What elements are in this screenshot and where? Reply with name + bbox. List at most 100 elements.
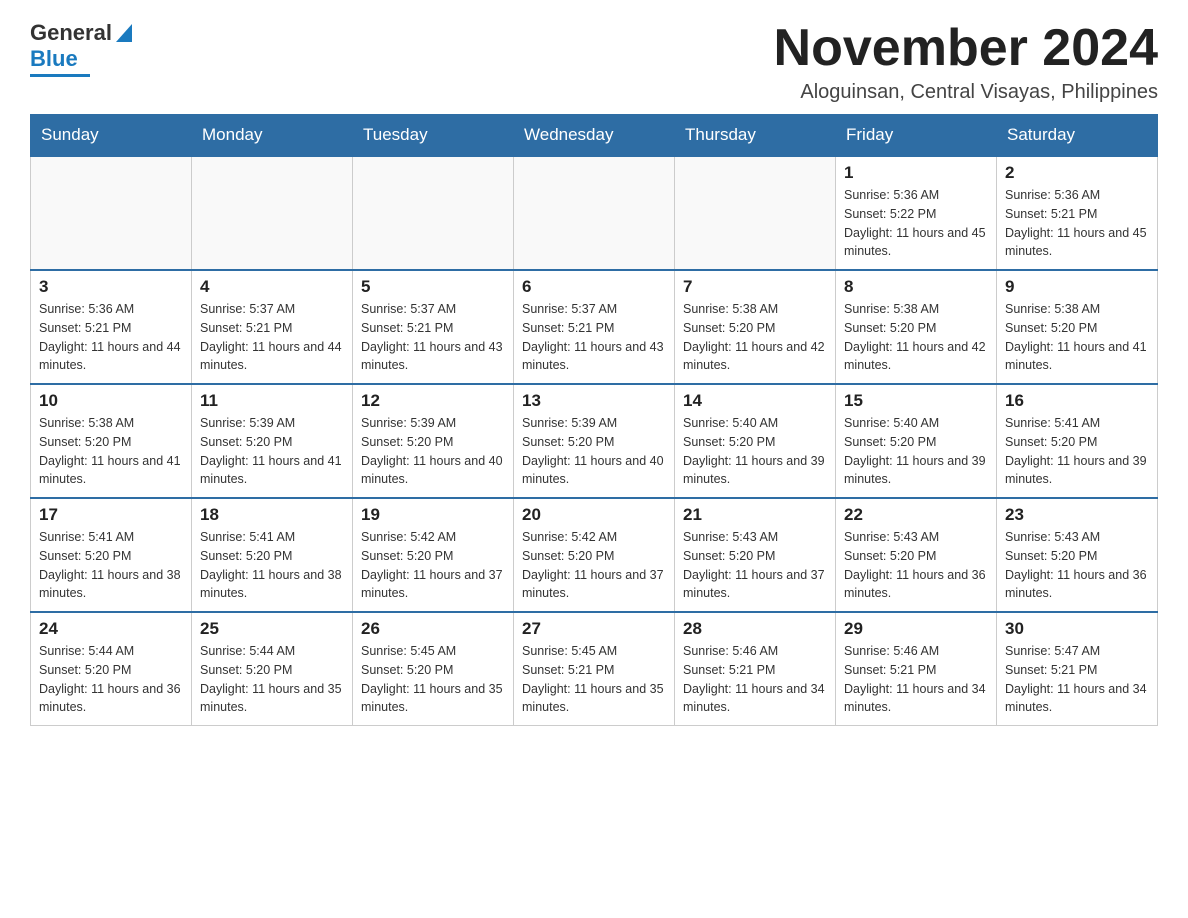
sun-info: Sunrise: 5:46 AMSunset: 5:21 PMDaylight:… xyxy=(844,642,988,717)
sun-info: Sunrise: 5:37 AMSunset: 5:21 PMDaylight:… xyxy=(522,300,666,375)
calendar-cell: 14Sunrise: 5:40 AMSunset: 5:20 PMDayligh… xyxy=(675,384,836,498)
sun-info: Sunrise: 5:36 AMSunset: 5:21 PMDaylight:… xyxy=(39,300,183,375)
header-saturday: Saturday xyxy=(997,115,1158,157)
calendar-cell: 28 Sunrise: 5:46 AMSunset: 5:21 PMDayligh… xyxy=(675,612,836,726)
sun-info: Sunrise: 5:40 AMSunset: 5:20 PMDaylight:… xyxy=(844,414,988,489)
sun-info: Sunrise: 5:38 AMSunset: 5:20 PMDaylight:… xyxy=(844,300,988,375)
sun-info: Sunrise: 5:43 AMSunset: 5:20 PMDaylight:… xyxy=(1005,528,1149,603)
sun-info: Sunrise: 5:38 AMSunset: 5:20 PMDaylight:… xyxy=(39,414,183,489)
calendar-cell: 23 Sunrise: 5:43 AMSunset: 5:20 PMDayligh… xyxy=(997,498,1158,612)
calendar-cell: 4 Sunrise: 5:37 AMSunset: 5:21 PMDaylight… xyxy=(192,270,353,384)
day-number: 24 xyxy=(39,619,183,639)
sun-info: Sunrise: 5:43 AMSunset: 5:20 PMDaylight:… xyxy=(844,528,988,603)
calendar-week-row: 24 Sunrise: 5:44 AMSunset: 5:20 PMDayligh… xyxy=(31,612,1158,726)
header-thursday: Thursday xyxy=(675,115,836,157)
day-number: 20 xyxy=(522,505,666,525)
sun-info: Sunrise: 5:44 AMSunset: 5:20 PMDaylight:… xyxy=(200,642,344,717)
day-number: 10 xyxy=(39,391,183,411)
day-number: 26 xyxy=(361,619,505,639)
header-tuesday: Tuesday xyxy=(353,115,514,157)
calendar-cell xyxy=(353,156,514,270)
calendar-cell: 22Sunrise: 5:43 AMSunset: 5:20 PMDayligh… xyxy=(836,498,997,612)
title-section: November 2024 Aloguinsan, Central Visaya… xyxy=(774,20,1158,104)
calendar-cell: 25Sunrise: 5:44 AMSunset: 5:20 PMDayligh… xyxy=(192,612,353,726)
calendar-cell xyxy=(514,156,675,270)
header-friday: Friday xyxy=(836,115,997,157)
day-number: 1 xyxy=(844,163,988,183)
sun-info: Sunrise: 5:41 AMSunset: 5:20 PMDaylight:… xyxy=(200,528,344,603)
sun-info: Sunrise: 5:38 AMSunset: 5:20 PMDaylight:… xyxy=(1005,300,1149,375)
day-number: 9 xyxy=(1005,277,1149,297)
calendar-cell: 26Sunrise: 5:45 AMSunset: 5:20 PMDayligh… xyxy=(353,612,514,726)
header-monday: Monday xyxy=(192,115,353,157)
calendar-cell: 5 Sunrise: 5:37 AMSunset: 5:21 PMDaylight… xyxy=(353,270,514,384)
sun-info: Sunrise: 5:38 AMSunset: 5:20 PMDaylight:… xyxy=(683,300,827,375)
calendar-cell: 16 Sunrise: 5:41 AMSunset: 5:20 PMDayligh… xyxy=(997,384,1158,498)
day-number: 28 xyxy=(683,619,827,639)
day-number: 29 xyxy=(844,619,988,639)
calendar-cell: 18 Sunrise: 5:41 AMSunset: 5:20 PMDayligh… xyxy=(192,498,353,612)
calendar-cell: 29 Sunrise: 5:46 AMSunset: 5:21 PMDayligh… xyxy=(836,612,997,726)
sun-info: Sunrise: 5:37 AMSunset: 5:21 PMDaylight:… xyxy=(361,300,505,375)
day-number: 6 xyxy=(522,277,666,297)
location-text: Aloguinsan, Central Visayas, Philippines xyxy=(774,81,1158,104)
day-number: 23 xyxy=(1005,505,1149,525)
header-wednesday: Wednesday xyxy=(514,115,675,157)
calendar-cell: 11 Sunrise: 5:39 AMSunset: 5:20 PMDayligh… xyxy=(192,384,353,498)
day-number: 21 xyxy=(683,505,827,525)
header-sunday: Sunday xyxy=(31,115,192,157)
calendar-cell: 13Sunrise: 5:39 AMSunset: 5:20 PMDayligh… xyxy=(514,384,675,498)
calendar-cell xyxy=(31,156,192,270)
sun-info: Sunrise: 5:42 AMSunset: 5:20 PMDaylight:… xyxy=(522,528,666,603)
calendar-cell: 12 Sunrise: 5:39 AMSunset: 5:20 PMDayligh… xyxy=(353,384,514,498)
sun-info: Sunrise: 5:37 AMSunset: 5:21 PMDaylight:… xyxy=(200,300,344,375)
day-number: 4 xyxy=(200,277,344,297)
sun-info: Sunrise: 5:44 AMSunset: 5:20 PMDaylight:… xyxy=(39,642,183,717)
day-number: 8 xyxy=(844,277,988,297)
calendar-table: SundayMondayTuesdayWednesdayThursdayFrid… xyxy=(30,114,1158,726)
day-number: 14 xyxy=(683,391,827,411)
calendar-week-row: 17Sunrise: 5:41 AMSunset: 5:20 PMDayligh… xyxy=(31,498,1158,612)
day-number: 30 xyxy=(1005,619,1149,639)
sun-info: Sunrise: 5:39 AMSunset: 5:20 PMDaylight:… xyxy=(361,414,505,489)
sun-info: Sunrise: 5:42 AMSunset: 5:20 PMDaylight:… xyxy=(361,528,505,603)
day-number: 3 xyxy=(39,277,183,297)
calendar-cell: 24 Sunrise: 5:44 AMSunset: 5:20 PMDayligh… xyxy=(31,612,192,726)
calendar-cell xyxy=(675,156,836,270)
sun-info: Sunrise: 5:39 AMSunset: 5:20 PMDaylight:… xyxy=(200,414,344,489)
sun-info: Sunrise: 5:47 AMSunset: 5:21 PMDaylight:… xyxy=(1005,642,1149,717)
day-number: 16 xyxy=(1005,391,1149,411)
calendar-cell: 6 Sunrise: 5:37 AMSunset: 5:21 PMDaylight… xyxy=(514,270,675,384)
calendar-week-row: 10 Sunrise: 5:38 AMSunset: 5:20 PMDayligh… xyxy=(31,384,1158,498)
calendar-cell: 15 Sunrise: 5:40 AMSunset: 5:20 PMDayligh… xyxy=(836,384,997,498)
day-number: 15 xyxy=(844,391,988,411)
logo-triangle-icon xyxy=(116,24,132,42)
day-number: 5 xyxy=(361,277,505,297)
page-header: General Blue November 2024 Aloguinsan, C… xyxy=(30,20,1158,104)
month-title: November 2024 xyxy=(774,20,1158,77)
calendar-cell: 27Sunrise: 5:45 AMSunset: 5:21 PMDayligh… xyxy=(514,612,675,726)
day-number: 18 xyxy=(200,505,344,525)
calendar-week-row: 1 Sunrise: 5:36 AMSunset: 5:22 PMDaylight… xyxy=(31,156,1158,270)
calendar-cell: 2Sunrise: 5:36 AMSunset: 5:21 PMDaylight… xyxy=(997,156,1158,270)
sun-info: Sunrise: 5:46 AMSunset: 5:21 PMDaylight:… xyxy=(683,642,827,717)
day-number: 12 xyxy=(361,391,505,411)
sun-info: Sunrise: 5:45 AMSunset: 5:21 PMDaylight:… xyxy=(522,642,666,717)
day-number: 11 xyxy=(200,391,344,411)
calendar-cell: 9 Sunrise: 5:38 AMSunset: 5:20 PMDaylight… xyxy=(997,270,1158,384)
sun-info: Sunrise: 5:43 AMSunset: 5:20 PMDaylight:… xyxy=(683,528,827,603)
logo: General Blue xyxy=(30,20,132,77)
calendar-cell: 3 Sunrise: 5:36 AMSunset: 5:21 PMDaylight… xyxy=(31,270,192,384)
sun-info: Sunrise: 5:41 AMSunset: 5:20 PMDaylight:… xyxy=(1005,414,1149,489)
sun-info: Sunrise: 5:39 AMSunset: 5:20 PMDaylight:… xyxy=(522,414,666,489)
calendar-cell: 1 Sunrise: 5:36 AMSunset: 5:22 PMDaylight… xyxy=(836,156,997,270)
calendar-cell xyxy=(192,156,353,270)
day-number: 7 xyxy=(683,277,827,297)
logo-blue-text: Blue xyxy=(30,46,78,71)
sun-info: Sunrise: 5:36 AMSunset: 5:22 PMDaylight:… xyxy=(844,186,988,261)
day-number: 19 xyxy=(361,505,505,525)
calendar-header-row: SundayMondayTuesdayWednesdayThursdayFrid… xyxy=(31,115,1158,157)
calendar-cell: 8 Sunrise: 5:38 AMSunset: 5:20 PMDaylight… xyxy=(836,270,997,384)
calendar-cell: 20 Sunrise: 5:42 AMSunset: 5:20 PMDayligh… xyxy=(514,498,675,612)
day-number: 2 xyxy=(1005,163,1149,183)
